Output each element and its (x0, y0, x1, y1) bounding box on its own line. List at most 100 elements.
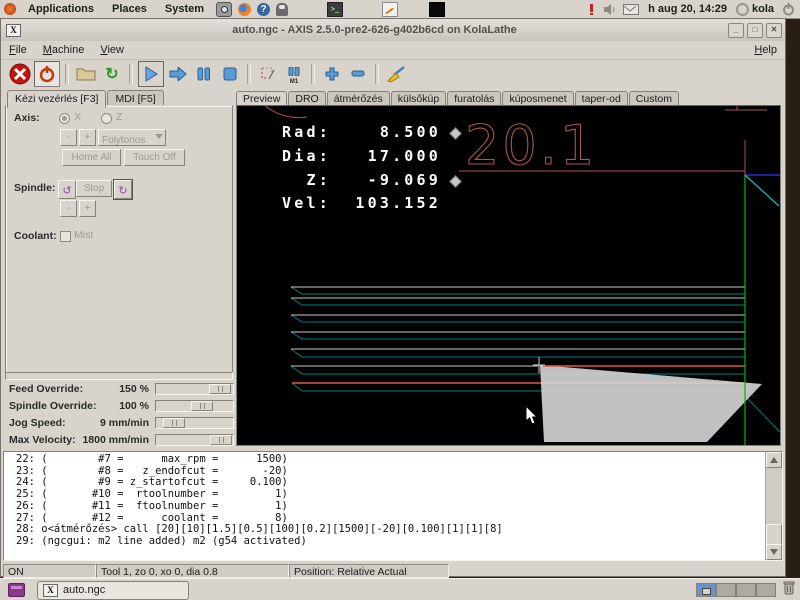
machine-power-button[interactable] (34, 61, 60, 87)
titlebar[interactable]: X auto.ngc - AXIS 2.5.0-pre2-626-g402b6c… (1, 19, 785, 42)
spindle-stop-button[interactable]: Stop (76, 180, 112, 197)
gcode-scrollbar[interactable] (765, 452, 782, 560)
workspace-4[interactable] (756, 583, 776, 597)
jog-path-line (745, 175, 779, 206)
spindle-override-value: 100 % (3, 400, 149, 412)
workspace-2[interactable] (716, 583, 736, 597)
terminal-icon[interactable]: >_ (327, 2, 343, 17)
menu-file[interactable]: File (1, 43, 35, 57)
zoom-in-button[interactable] (320, 62, 344, 86)
run-button[interactable] (138, 61, 164, 87)
gcode-line: 22: ( #7 = max_rpm = 1500) (16, 454, 503, 466)
text-editor-icon[interactable] (382, 2, 398, 17)
dro-readout: Rad: 8.500 Dia: 17.000 Z: -9.069 Vel: 10… (282, 121, 441, 216)
clear-plot-button[interactable] (384, 62, 408, 86)
menu-places[interactable]: Places (103, 3, 156, 15)
power-panel-icon[interactable] (782, 3, 796, 16)
scroll-up-button[interactable] (766, 452, 782, 468)
open-file-button[interactable] (74, 62, 98, 86)
update-alert-icon[interactable] (587, 3, 597, 16)
help-icon[interactable]: ? (257, 3, 270, 16)
window-icon: X (6, 24, 21, 37)
max-velocity-row: Max Velocity: 1800 mm/min (3, 433, 232, 448)
tab-taper-od[interactable]: taper-od (575, 91, 628, 106)
tab-manual-control[interactable]: Kézi vezérlés [F3] (7, 90, 106, 108)
workspace-1[interactable] (696, 583, 716, 597)
tab-dro[interactable]: DRO (288, 91, 325, 106)
mist-label: Mist (74, 229, 93, 241)
window-title: auto.ngc - AXIS 2.5.0-pre2-626-g402b6cd … (21, 24, 728, 36)
step-button[interactable] (166, 62, 190, 86)
close-button[interactable]: ✕ (766, 23, 782, 38)
feed-override-row: Feed Override: 150 % (3, 382, 232, 397)
reload-button[interactable]: ↻ (100, 62, 124, 86)
task-window-icon: X (43, 584, 58, 597)
menu-machine[interactable]: Machine (35, 43, 93, 57)
chevron-down-icon (155, 134, 163, 143)
gcode-listing: 22: ( #7 = max_rpm = 1500) 23: ( #8 = z_… (16, 454, 503, 548)
toolbar-separator (247, 64, 251, 84)
show-desktop-icon[interactable] (8, 583, 25, 597)
gcode-area[interactable]: 22: ( #7 = max_rpm = 1500) 23: ( #8 = z_… (3, 451, 783, 561)
spindle-override-slider[interactable] (155, 400, 234, 412)
jog-mode-dropdown[interactable]: Folytonos (98, 129, 166, 146)
tab-atmerozes[interactable]: átmérőzés (327, 91, 390, 106)
axis-x-radio[interactable] (59, 113, 70, 124)
pause-button[interactable] (192, 62, 216, 86)
menu-applications[interactable]: Applications (19, 3, 103, 15)
mascot-icon[interactable] (276, 3, 288, 16)
jog-minus-button[interactable]: - (60, 129, 77, 146)
workspace-3[interactable] (736, 583, 756, 597)
estop-button[interactable] (8, 62, 32, 86)
mail-icon[interactable] (623, 4, 639, 15)
xterm-window-icon[interactable] (429, 2, 445, 17)
menu-view[interactable]: View (92, 43, 132, 57)
minimize-button[interactable]: _ (728, 23, 744, 38)
home-all-button[interactable]: Home All (62, 149, 121, 166)
taskbar-window-button[interactable]: X auto.ngc (37, 581, 189, 600)
panel-user-name[interactable]: kola (752, 3, 774, 15)
max-velocity-slider[interactable] (155, 434, 234, 446)
bottom-taskbar: X auto.ngc (0, 578, 800, 600)
tab-custom[interactable]: Custom (629, 91, 679, 106)
panel-clock[interactable]: h aug 20, 14:29 (648, 3, 727, 15)
mouse-cursor (525, 406, 541, 426)
tab-kulsokup[interactable]: külsőkúp (391, 91, 446, 106)
spindle-ccw-button[interactable]: ↺ (58, 180, 76, 199)
optional-pause-m1-toggle[interactable]: M1 (282, 62, 306, 86)
menu-system[interactable]: System (156, 3, 213, 15)
stop-button[interactable] (218, 62, 242, 86)
spindle-plus-button[interactable]: + (79, 200, 96, 217)
position-mode-cell: Position: Relative Actual (289, 564, 449, 578)
preview-canvas[interactable]: 20.1 Rad: 8.500 Dia: 17.000 Z: -9.069 Ve… (236, 105, 781, 446)
menu-help[interactable]: Help (746, 43, 785, 57)
zoom-out-button[interactable] (346, 62, 370, 86)
gcode-line: 29: (ngcgui: m2 line added) m2 (g54 acti… (16, 536, 503, 548)
distro-logo-icon[interactable] (4, 3, 16, 15)
volume-icon[interactable] (603, 3, 617, 16)
spindle-override-row: Spindle Override: 100 % (3, 399, 232, 414)
dro-vel: Vel: 103.152 (282, 192, 441, 216)
tab-furatolas[interactable]: furatolás (447, 91, 501, 106)
toolbar-separator (311, 64, 315, 84)
spindle-minus-button[interactable]: - (60, 200, 77, 217)
screenshot-icon[interactable] (216, 2, 232, 17)
mist-checkbox[interactable] (60, 231, 71, 242)
firefox-icon[interactable] (238, 3, 251, 16)
scroll-down-button[interactable] (766, 544, 782, 560)
spindle-cw-button[interactable]: ↻ (114, 180, 132, 199)
tab-kuposmenet[interactable]: kúposmenet (502, 91, 573, 106)
skip-lines-toggle[interactable] (256, 62, 280, 86)
jog-mode-value: Folytonos (99, 133, 145, 148)
trash-icon[interactable] (782, 580, 796, 600)
jog-plus-button[interactable]: + (79, 129, 96, 146)
tab-mdi[interactable]: MDI [F5] (107, 90, 163, 106)
user-icon[interactable] (736, 3, 749, 16)
feed-override-slider[interactable] (155, 383, 234, 395)
touch-off-button[interactable]: Touch Off (124, 149, 185, 166)
jog-speed-slider[interactable] (155, 417, 234, 429)
tool-info-cell: Tool 1, zo 0, xo 0, dia 0.8 (96, 564, 289, 578)
maximize-button[interactable]: □ (747, 23, 763, 38)
spacer-bar (5, 372, 233, 380)
axis-z-radio[interactable] (101, 113, 112, 124)
